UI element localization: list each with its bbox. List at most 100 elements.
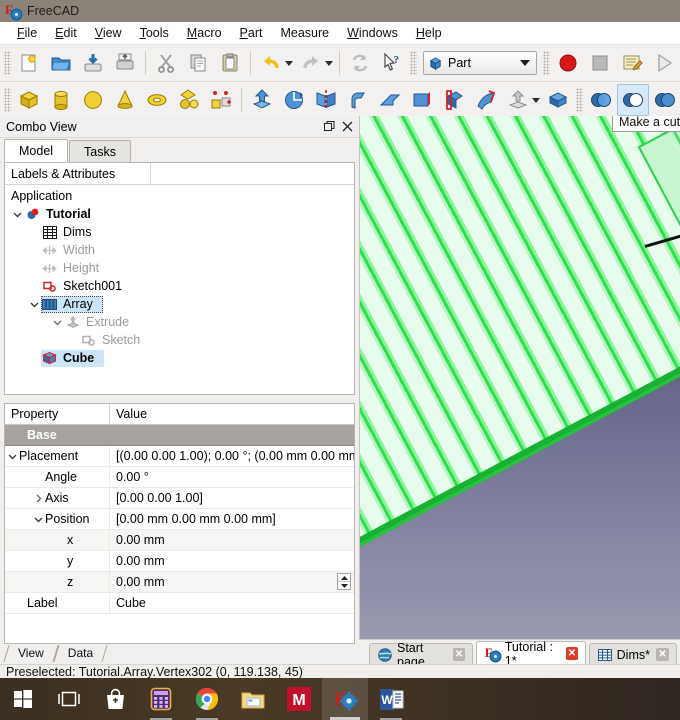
union-boolean-icon[interactable] (649, 84, 680, 116)
microsoft-word-icon[interactable]: W (368, 678, 414, 720)
property-row-axis[interactable]: Axis [0.00 0.00 1.00] (5, 488, 354, 509)
property-row-z[interactable]: z 0.00 mm (5, 572, 354, 593)
chevron-down-icon[interactable] (11, 205, 24, 223)
3d-viewport[interactable]: Make a cut (359, 116, 680, 639)
mirror-icon[interactable] (310, 84, 342, 116)
tab-model[interactable]: Model (4, 139, 69, 162)
property-row-angle[interactable]: Angle 0.00 ° (5, 467, 354, 488)
google-chrome-icon[interactable] (184, 678, 230, 720)
tree-item-application[interactable]: Application (5, 187, 354, 205)
toolbar-grip[interactable] (4, 51, 11, 75)
menu-help[interactable]: Help (407, 24, 451, 42)
document-tab-start-page[interactable]: Start page ✕ (369, 641, 473, 669)
mendeley-icon[interactable]: M (276, 678, 322, 720)
freecad-taskbar-icon[interactable]: F (322, 678, 368, 720)
chevron-down-icon[interactable] (51, 313, 64, 331)
ruled-surface-icon[interactable] (406, 84, 438, 116)
task-view-icon[interactable] (46, 678, 92, 720)
spinner-down-icon[interactable] (338, 582, 350, 589)
undo-icon[interactable] (255, 47, 287, 79)
menu-edit[interactable]: Edit (46, 24, 86, 42)
tab-tasks[interactable]: Tasks (69, 140, 131, 162)
chevron-right-icon[interactable] (31, 494, 45, 503)
z-value-spinner[interactable] (337, 573, 351, 590)
array-solid-geometry[interactable] (360, 116, 680, 562)
file-explorer-icon[interactable] (230, 678, 276, 720)
chevron-down-icon[interactable] (31, 515, 45, 524)
spinner-up-icon[interactable] (338, 574, 350, 582)
start-button-icon[interactable] (0, 678, 46, 720)
cut-boolean-icon[interactable] (617, 84, 649, 116)
document-tab-tutorial[interactable]: F Tutorial : 1* ✕ (475, 640, 586, 668)
box-primitive-icon[interactable] (13, 84, 45, 116)
close-icon[interactable] (339, 119, 355, 134)
calculator-icon[interactable] (138, 678, 184, 720)
new-document-icon[interactable] (13, 47, 45, 79)
open-document-icon[interactable] (45, 47, 77, 79)
toolbar-grip[interactable] (543, 51, 550, 75)
close-icon[interactable]: ✕ (566, 647, 578, 660)
property-row-label[interactable]: Label Cube (5, 593, 354, 614)
macro-execute-icon[interactable] (648, 47, 680, 79)
torus-primitive-icon[interactable] (141, 84, 173, 116)
shape-builder-icon[interactable] (205, 84, 237, 116)
toolbar-grip[interactable] (4, 88, 11, 112)
print-document-icon[interactable] (109, 47, 141, 79)
geometry-subpanel[interactable] (637, 116, 680, 283)
property-row-x[interactable]: x 0.00 mm (5, 530, 354, 551)
tree-item-height[interactable]: Height (5, 259, 354, 277)
restore-icon[interactable] (321, 119, 337, 134)
document-tab-dims[interactable]: Dims* ✕ (588, 643, 677, 665)
chevron-down-icon[interactable] (5, 452, 19, 461)
refresh-icon[interactable] (344, 47, 376, 79)
macro-record-icon[interactable] (552, 47, 584, 79)
tree-item-sketch001[interactable]: Sketch001 (5, 277, 354, 295)
paste-icon[interactable] (214, 47, 246, 79)
menu-tools[interactable]: Tools (131, 24, 178, 42)
whats-this-icon[interactable]: ? (376, 47, 408, 79)
sweep-icon[interactable] (470, 84, 502, 116)
chevron-down-icon[interactable] (520, 60, 530, 66)
menu-part[interactable]: Part (231, 24, 272, 42)
redo-icon[interactable] (295, 47, 327, 79)
menu-measure[interactable]: Measure (271, 24, 338, 42)
offset-icon[interactable] (502, 84, 534, 116)
create-primitives-icon[interactable] (173, 84, 205, 116)
revolve-icon[interactable] (278, 84, 310, 116)
menu-file[interactable]: File (8, 24, 46, 42)
cut-icon[interactable] (150, 47, 182, 79)
tree-item-cube[interactable]: Cube (5, 349, 354, 367)
loft-icon[interactable] (438, 84, 470, 116)
copy-icon[interactable] (182, 47, 214, 79)
extrude-icon[interactable] (246, 84, 278, 116)
tree-item-sketch[interactable]: Sketch (5, 331, 354, 349)
boolean-icon[interactable] (585, 84, 617, 116)
tree-item-width[interactable]: Width (5, 241, 354, 259)
macro-edit-icon[interactable] (616, 47, 648, 79)
macro-stop-icon[interactable] (584, 47, 616, 79)
toolbar-grip[interactable] (576, 88, 583, 112)
close-icon[interactable]: ✕ (656, 648, 669, 661)
thickness-icon[interactable] (542, 84, 574, 116)
property-row-placement[interactable]: Placement [(0.00 0.00 1.00); 0.00 °; (0.… (5, 446, 354, 467)
property-row-position[interactable]: Position [0.00 mm 0.00 mm 0.00 mm] (5, 509, 354, 530)
menu-windows[interactable]: Windows (338, 24, 407, 42)
fillet-icon[interactable] (342, 84, 374, 116)
property-value[interactable]: 0.00 mm (110, 551, 354, 571)
tab-view[interactable]: View (6, 645, 56, 662)
chevron-down-icon[interactable] (28, 295, 41, 313)
sphere-primitive-icon[interactable] (77, 84, 109, 116)
close-icon[interactable]: ✕ (453, 648, 465, 661)
save-document-icon[interactable] (77, 47, 109, 79)
property-row-y[interactable]: y 0.00 mm (5, 551, 354, 572)
tree-item-tutorial[interactable]: Tutorial (5, 205, 354, 223)
tree-item-extrude[interactable]: Extrude (5, 313, 354, 331)
chamfer-icon[interactable] (374, 84, 406, 116)
microsoft-store-icon[interactable] (92, 678, 138, 720)
tree-item-dims[interactable]: Dims (5, 223, 354, 241)
property-value[interactable]: Cube (110, 593, 354, 613)
tree-item-array[interactable]: Array (5, 295, 354, 313)
toolbar-grip[interactable] (410, 51, 417, 75)
cylinder-primitive-icon[interactable] (45, 84, 77, 116)
cone-primitive-icon[interactable] (109, 84, 141, 116)
